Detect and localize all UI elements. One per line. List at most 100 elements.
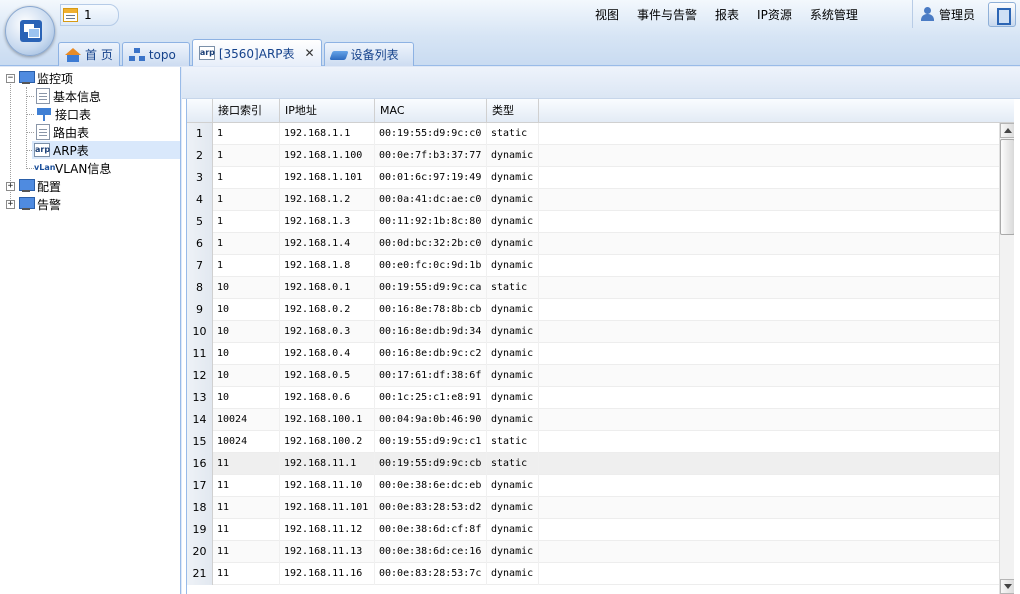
cell-type: dynamic — [487, 189, 539, 211]
table-row[interactable]: 18 11 192.168.11.101 00:0e:83:28:53:d2 dynam… — [187, 497, 999, 519]
cell-mac: 00:19:55:d9:9c:cb — [375, 453, 487, 475]
cell-mac: 00:19:55:d9:9c:c0 — [375, 123, 487, 145]
vlan-icon: vLan — [34, 163, 56, 172]
vertical-scrollbar[interactable] — [999, 123, 1014, 594]
tree-node-route-table[interactable]: 路由表 — [36, 123, 89, 141]
table-row[interactable]: 9 10 192.168.0.2 00:16:8e:78:8b:cb dynamic — [187, 299, 999, 321]
notification-badge[interactable]: 1 — [60, 4, 119, 26]
tab-arp-table[interactable]: arp [3560]ARP表 ✕ — [191, 39, 322, 66]
cell-interface-index: 10024 — [213, 409, 280, 431]
table-row[interactable]: 6 1 192.168.1.4 00:0d:bc:32:2b:c0 dynamic — [187, 233, 999, 255]
table-row[interactable]: 8 10 192.168.0.1 00:19:55:d9:9c:ca static — [187, 277, 999, 299]
alarm-icon — [18, 197, 35, 211]
table-row[interactable]: 15 10024 192.168.100.2 00:19:55:d9:9c:c1 sta… — [187, 431, 999, 453]
table-row[interactable]: 1 1 192.168.1.1 00:19:55:d9:9c:c0 static — [187, 123, 999, 145]
close-icon[interactable]: ✕ — [305, 46, 315, 60]
menu-view[interactable]: 视图 — [586, 6, 628, 23]
row-number: 16 — [187, 453, 213, 475]
menu-ip-resources[interactable]: IP资源 — [748, 6, 801, 23]
tree-node-label: 配置 — [37, 179, 62, 194]
tab-home[interactable]: 首 页 — [58, 42, 120, 66]
table-row[interactable]: 21 11 192.168.11.16 00:0e:83:28:53:7c dynami… — [187, 563, 999, 585]
row-number: 4 — [187, 189, 213, 211]
table-row[interactable]: 14 10024 192.168.100.1 00:04:9a:0b:46:90 dyn… — [187, 409, 999, 431]
cell-mac: 00:16:8e:db:9c:c2 — [375, 343, 487, 365]
cell-interface-index: 11 — [213, 453, 280, 475]
collapse-icon[interactable]: − — [6, 73, 15, 83]
tree-node-monitoring[interactable]: − 监控项 — [6, 69, 73, 87]
tree-node-vlan-info[interactable]: vLan VLAN信息 — [34, 159, 111, 177]
table-row[interactable]: 7 1 192.168.1.8 00:e0:fc:0c:9d:1b dynamic — [187, 255, 999, 277]
table-row[interactable]: 2 1 192.168.1.100 00:0e:7f:b3:37:77 dynamic — [187, 145, 999, 167]
basic-info-icon — [36, 88, 50, 104]
tree-node-label: VLAN信息 — [55, 161, 112, 176]
menu-system-admin[interactable]: 系统管理 — [801, 6, 867, 23]
cell-mac: 00:0e:83:28:53:7c — [375, 563, 487, 585]
table-row[interactable]: 3 1 192.168.1.101 00:01:6c:97:19:49 dynamic — [187, 167, 999, 189]
row-number: 20 — [187, 541, 213, 563]
scroll-down-button[interactable] — [1000, 579, 1014, 594]
cell-type: dynamic — [487, 145, 539, 167]
arp-grid: 接口索引 IP地址 MAC 类型 1 1 192.168.1.1 00:19:55:d… — [186, 99, 1014, 594]
tree-node-config[interactable]: + 配置 — [6, 177, 61, 195]
column-header-ip-address[interactable]: IP地址 — [280, 99, 375, 123]
cell-type: dynamic — [487, 387, 539, 409]
cell-mac: 00:0e:38:6d:cf:8f — [375, 519, 487, 541]
tree-node-interface-table[interactable]: 接口表 — [36, 105, 91, 123]
tab-device-list[interactable]: 设备列表 — [323, 42, 414, 66]
cell-type: static — [487, 431, 539, 453]
cell-ip-address: 192.168.11.10 — [280, 475, 375, 497]
row-number: 5 — [187, 211, 213, 233]
table-row[interactable]: 20 11 192.168.11.13 00:0e:38:6d:ce:16 dynami… — [187, 541, 999, 563]
logout-button[interactable] — [988, 2, 1016, 27]
column-header-mac[interactable]: MAC — [375, 99, 487, 123]
cell-mac: 00:17:61:df:38:6f — [375, 365, 487, 387]
user-name: 管理员 — [939, 7, 976, 22]
tree-node-basic-info[interactable]: 基本信息 — [36, 87, 101, 105]
row-number: 10 — [187, 321, 213, 343]
table-row[interactable]: 16 11 192.168.11.1 00:19:55:d9:9c:cb static — [187, 453, 999, 475]
cell-type: dynamic — [487, 563, 539, 585]
scroll-up-button[interactable] — [1000, 123, 1014, 138]
user-menu[interactable]: 管理员 — [912, 0, 984, 28]
column-header-type[interactable]: 类型 — [487, 99, 539, 123]
menu-reports[interactable]: 报表 — [706, 6, 748, 23]
table-row[interactable]: 5 1 192.168.1.3 00:11:92:1b:8c:80 dynamic — [187, 211, 999, 233]
app-header: 1 视图 事件与告警 报表 IP资源 系统管理 管理员 首 页 topo arp… — [0, 0, 1020, 66]
table-row[interactable]: 10 10 192.168.0.3 00:16:8e:db:9d:34 dynamic — [187, 321, 999, 343]
tree-node-arp-table[interactable]: arp ARP表 — [32, 141, 180, 159]
cell-ip-address: 192.168.0.3 — [280, 321, 375, 343]
navigation-tree: − 监控项 基本信息 接口表 路由表 arp ARP表 vLan VLAN信息 … — [0, 67, 181, 594]
expand-icon[interactable]: + — [6, 181, 15, 191]
row-number: 11 — [187, 343, 213, 365]
tab-topo[interactable]: topo — [121, 42, 190, 66]
row-number: 12 — [187, 365, 213, 387]
cell-type: dynamic — [487, 475, 539, 497]
column-header-interface-index[interactable]: 接口索引 — [213, 99, 280, 123]
cell-type: static — [487, 453, 539, 475]
table-row[interactable]: 19 11 192.168.11.12 00:0e:38:6d:cf:8f dynami… — [187, 519, 999, 541]
table-row[interactable]: 4 1 192.168.1.2 00:0a:41:dc:ae:c0 dynamic — [187, 189, 999, 211]
cell-type: dynamic — [487, 211, 539, 233]
cell-interface-index: 10024 — [213, 431, 280, 453]
cell-ip-address: 192.168.1.101 — [280, 167, 375, 189]
scroll-thumb[interactable] — [1000, 139, 1014, 235]
table-row[interactable]: 12 10 192.168.0.5 00:17:61:df:38:6f dynamic — [187, 365, 999, 387]
tab-label: topo — [148, 47, 176, 62]
cell-ip-address: 192.168.1.4 — [280, 233, 375, 255]
tree-node-alarms[interactable]: + 告警 — [6, 195, 61, 213]
table-row[interactable]: 13 10 192.168.0.6 00:1c:25:c1:e8:91 dynamic — [187, 387, 999, 409]
cell-type: dynamic — [487, 497, 539, 519]
table-row[interactable]: 17 11 192.168.11.10 00:0e:38:6e:dc:eb dynami… — [187, 475, 999, 497]
app-logo[interactable] — [5, 6, 55, 56]
row-number: 6 — [187, 233, 213, 255]
topology-icon — [129, 47, 145, 62]
table-row[interactable]: 11 10 192.168.0.4 00:16:8e:db:9c:c2 dynamic — [187, 343, 999, 365]
cell-type: dynamic — [487, 321, 539, 343]
cell-ip-address: 192.168.11.16 — [280, 563, 375, 585]
cell-ip-address: 192.168.0.2 — [280, 299, 375, 321]
menu-events-alarms[interactable]: 事件与告警 — [628, 6, 706, 23]
cell-ip-address: 192.168.11.12 — [280, 519, 375, 541]
cell-mac: 00:e0:fc:0c:9d:1b — [375, 255, 487, 277]
expand-icon[interactable]: + — [6, 199, 15, 209]
